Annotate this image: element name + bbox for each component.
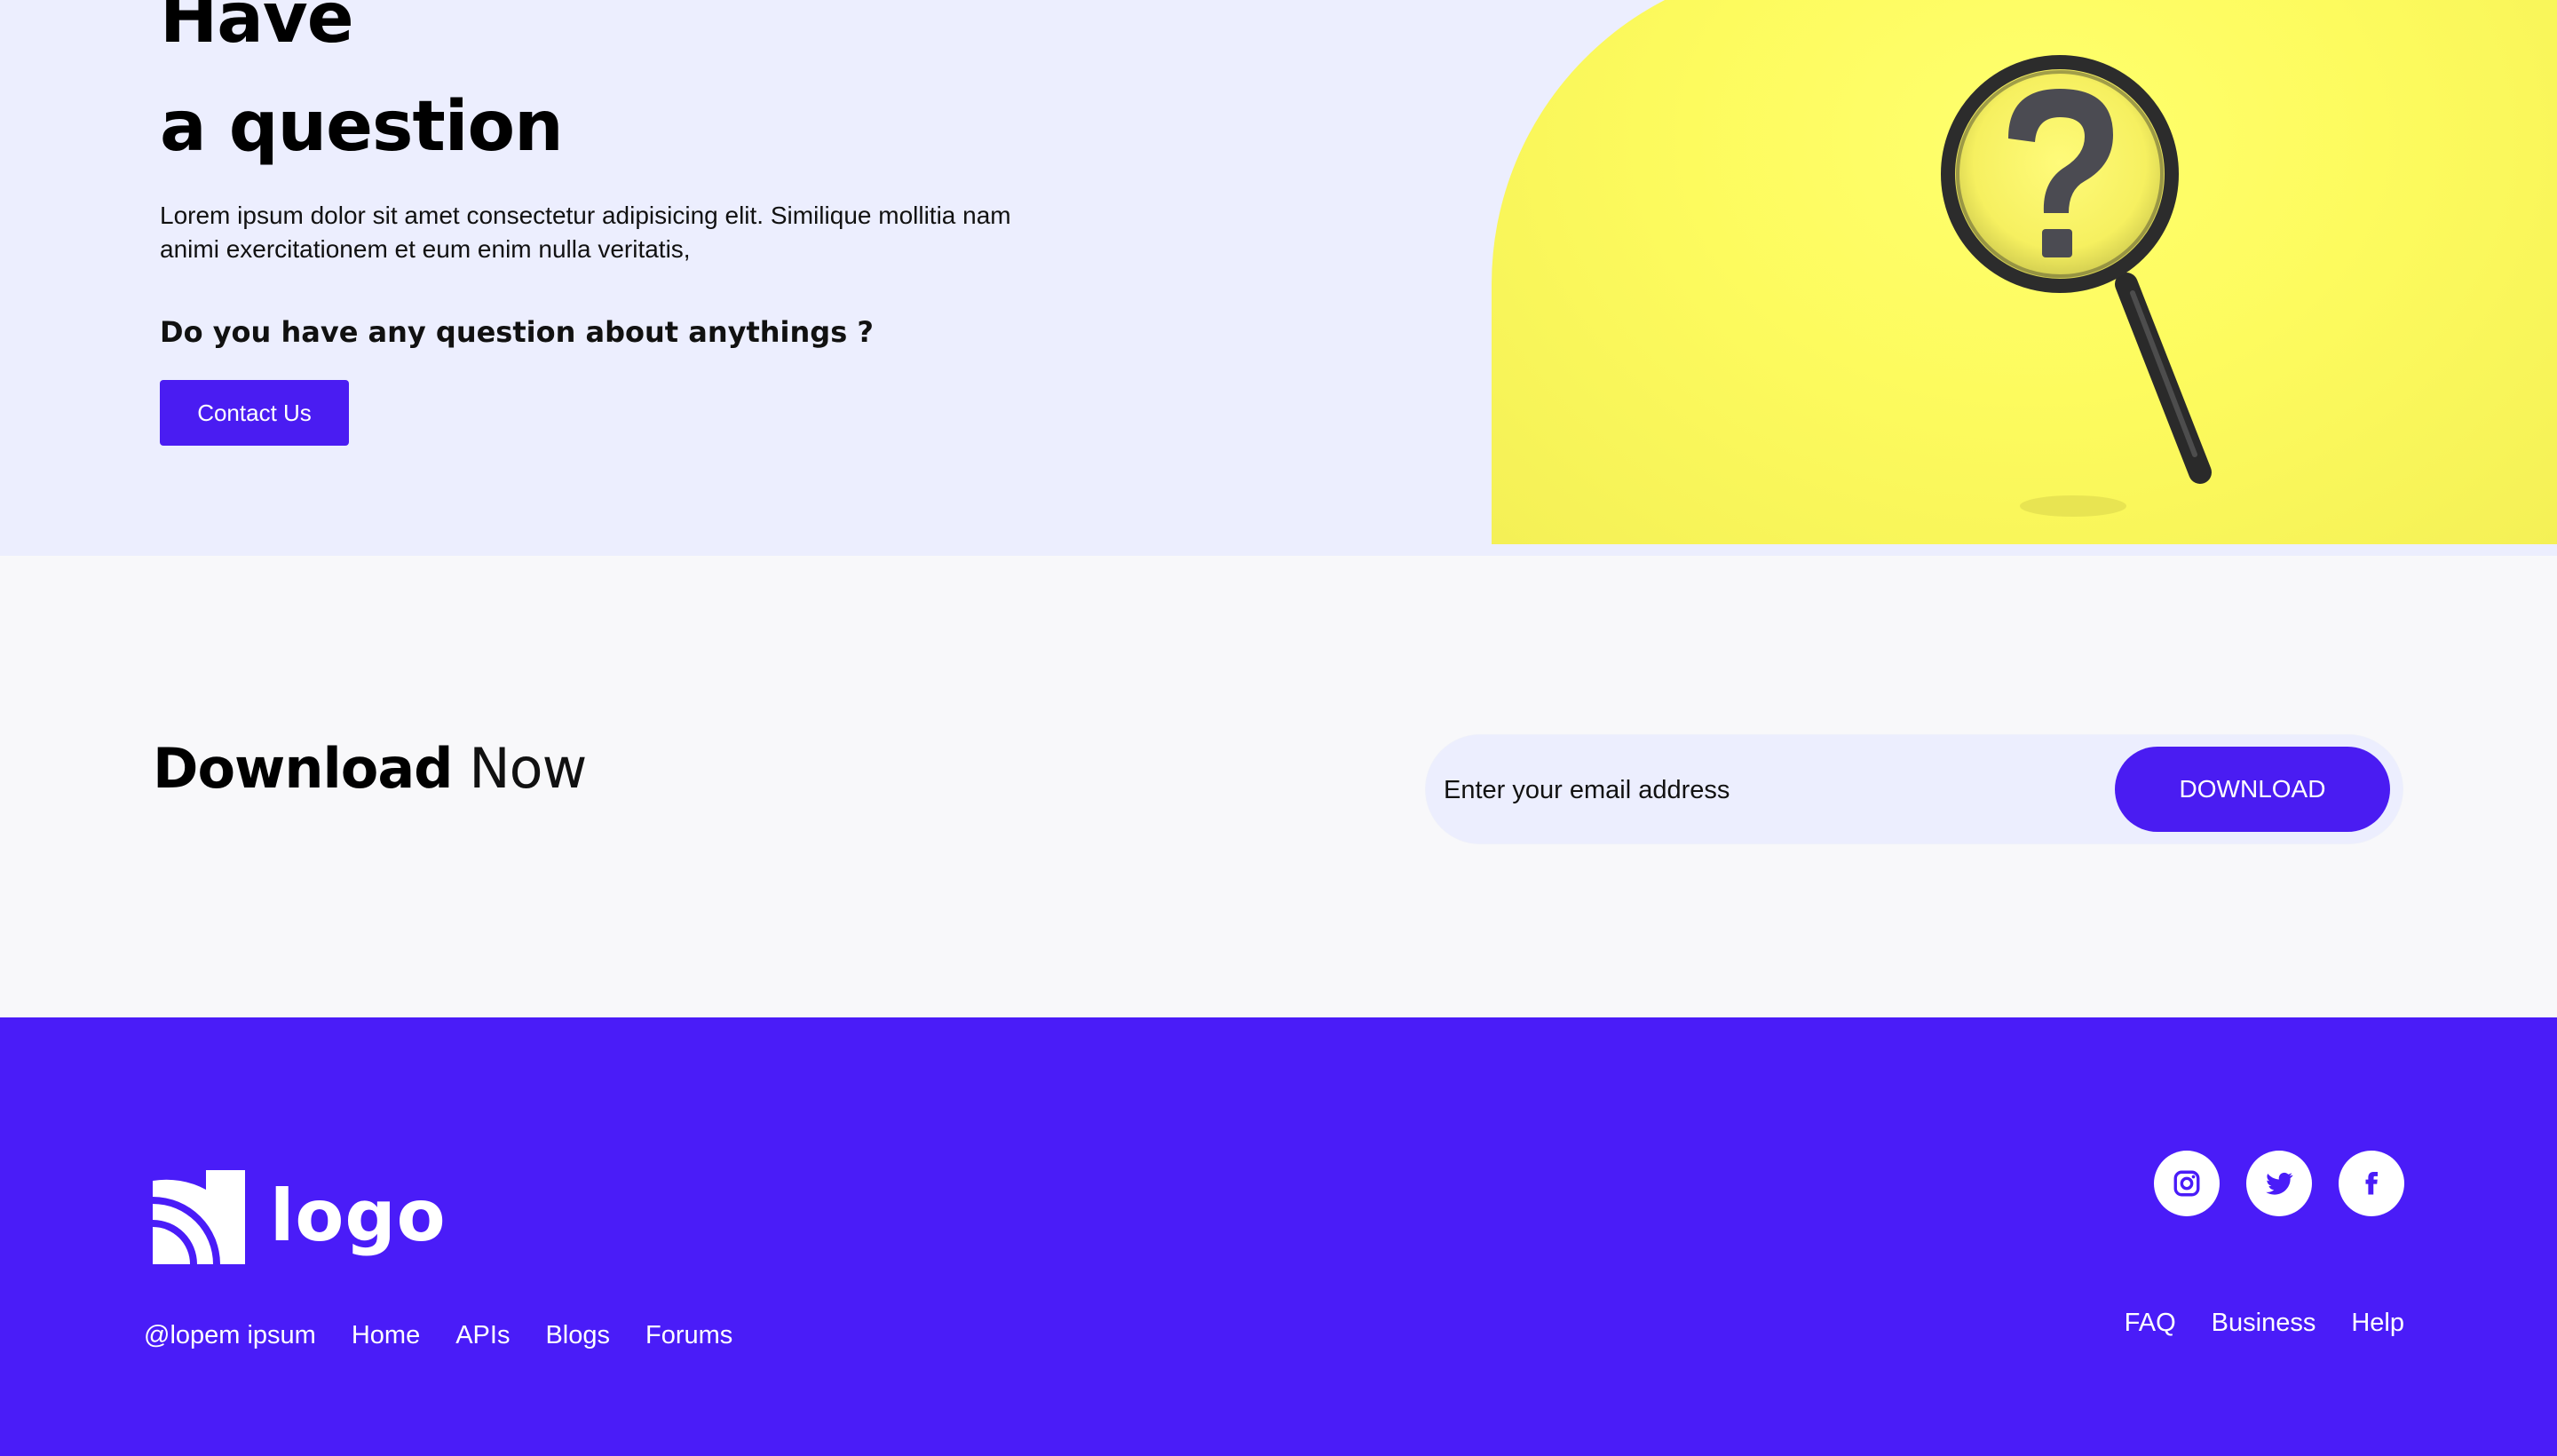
footer-link-home[interactable]: Home [352,1318,420,1353]
footer-link-blogs[interactable]: Blogs [545,1318,610,1353]
footer-link-apis[interactable]: APIs [455,1318,510,1353]
question-title-line2: a question [160,87,564,167]
footer-logo[interactable]: logo [153,1170,446,1264]
social-links [2154,1151,2404,1216]
question-title-line1: Have [160,0,354,59]
footer: logo @lopem ipsum Home APIs Blogs Forums [0,1017,2557,1456]
magnifying-glass-icon [1941,55,2212,517]
twitter-icon [2266,1172,2293,1195]
footer-nav-left: @lopem ipsum Home APIs Blogs Forums [144,1318,732,1353]
instagram-button[interactable] [2154,1151,2220,1216]
magnifier-image [1492,0,2557,544]
email-input[interactable] [1442,756,2085,824]
contact-us-button[interactable]: Contact Us [160,380,349,446]
facebook-icon [2365,1172,2378,1195]
instagram-icon [2173,1170,2200,1197]
download-heading-strong: Download [153,736,454,801]
download-heading-light: Now [469,736,587,801]
email-form: DOWNLOAD [1426,735,2403,843]
question-prompt: Do you have any question about anythings… [160,315,874,349]
footer-link-business[interactable]: Business [2212,1305,2316,1341]
footer-nav-right: FAQ Business Help [2125,1305,2404,1341]
footer-link-faq[interactable]: FAQ [2125,1305,2176,1341]
logo-icon [153,1170,245,1264]
footer-link-forums[interactable]: Forums [645,1318,732,1353]
footer-link-lopem-ipsum[interactable]: @lopem ipsum [144,1318,316,1353]
download-section: Download Now DOWNLOAD [0,556,2557,1017]
question-description: Lorem ipsum dolor sit amet consectetur a… [160,202,1011,263]
question-section: Have a question Lorem ipsum dolor sit am… [0,0,2557,556]
logo-text: logo [270,1175,447,1257]
twitter-button[interactable] [2246,1151,2312,1216]
download-heading: Download Now [153,733,587,804]
question-title: Have a question [160,0,564,181]
facebook-button[interactable] [2339,1151,2404,1216]
footer-link-help[interactable]: Help [2351,1305,2404,1341]
download-button[interactable]: DOWNLOAD [2115,747,2390,832]
